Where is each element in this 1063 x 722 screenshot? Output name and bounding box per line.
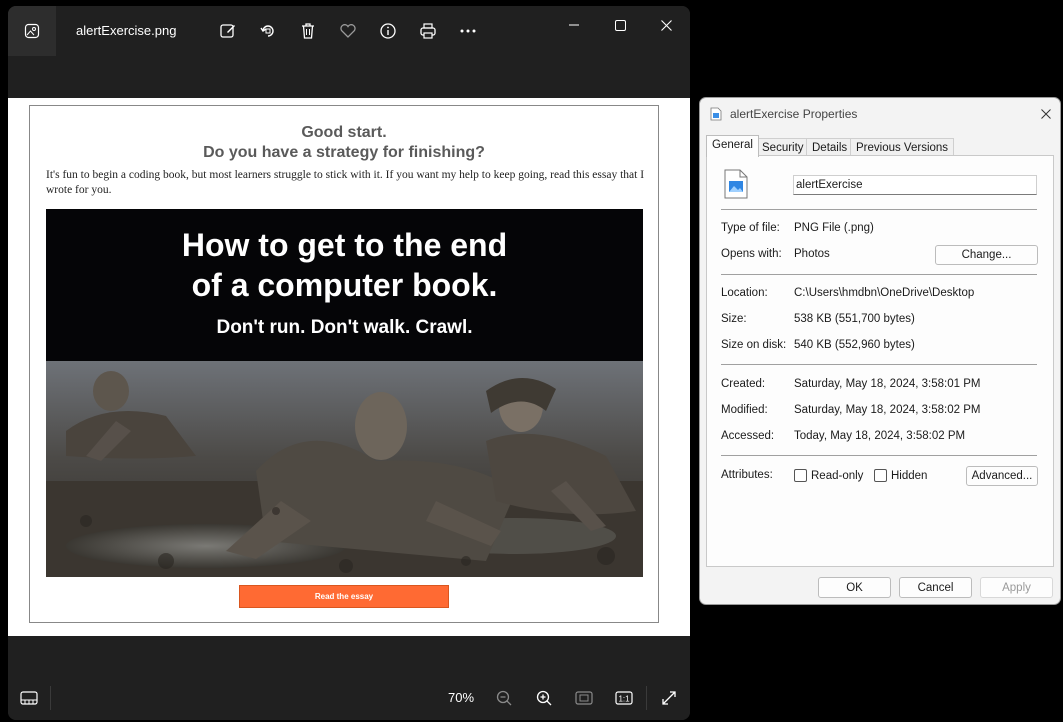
fit-to-window-icon[interactable] <box>571 686 597 710</box>
zoom-in-icon[interactable] <box>531 686 557 710</box>
size-on-disk-label: Size on disk: <box>721 339 787 351</box>
checkbox-box[interactable] <box>794 469 807 482</box>
properties-dialog: alertExercise Properties General Securit… <box>699 97 1061 605</box>
read-essay-button[interactable]: Read the essay <box>239 585 449 608</box>
created-value: Saturday, May 18, 2024, 3:58:01 PM <box>794 378 981 390</box>
email-paragraph: It's fun to begin a coding book, but mos… <box>46 169 645 196</box>
location-label: Location: <box>721 287 768 299</box>
banner: How to get to the end of a computer book… <box>46 209 643 361</box>
separator <box>721 364 1037 365</box>
actual-size-icon[interactable]: 1:1 <box>611 686 637 710</box>
close-icon[interactable] <box>1036 104 1056 124</box>
separator <box>721 209 1037 210</box>
svg-text:1:1: 1:1 <box>618 695 630 704</box>
file-name: alertExercise.png <box>76 23 177 38</box>
opens-with-label: Opens with: <box>721 248 782 260</box>
size-label: Size: <box>721 313 747 325</box>
type-of-file-label: Type of file: <box>721 222 780 234</box>
change-button[interactable]: Change... <box>935 245 1038 265</box>
file-name-field[interactable]: alertExercise <box>793 175 1037 195</box>
divider <box>50 686 51 710</box>
read-only-label: Read-only <box>811 469 864 482</box>
separator <box>721 455 1037 456</box>
cancel-button[interactable]: Cancel <box>899 577 972 598</box>
print-icon[interactable] <box>416 20 440 42</box>
general-panel: alertExercise Type of file: PNG File (.p… <box>706 155 1054 567</box>
zoom-out-icon[interactable] <box>491 686 517 710</box>
more-icon[interactable] <box>456 20 480 42</box>
advanced-button[interactable]: Advanced... <box>966 466 1038 486</box>
accessed-value: Today, May 18, 2024, 3:58:02 PM <box>794 430 966 442</box>
photos-window: alertExercise.png Good start. Do you hav… <box>8 6 690 720</box>
minimize-icon[interactable] <box>557 10 591 40</box>
size-value: 538 KB (551,700 bytes) <box>794 313 915 325</box>
hidden-checkbox[interactable]: Hidden <box>874 469 927 482</box>
email-image: Good start. Do you have a strategy for f… <box>29 105 659 623</box>
zoom-level[interactable]: 70% <box>448 690 474 705</box>
rotate-icon[interactable] <box>256 20 280 42</box>
email-heading-line2: Do you have a strategy for finishing? <box>203 144 485 161</box>
filmstrip-icon[interactable] <box>16 686 42 710</box>
checkbox-box[interactable] <box>874 469 887 482</box>
title-bar: alertExercise.png <box>8 6 690 56</box>
image-canvas[interactable]: Good start. Do you have a strategy for f… <box>8 98 690 636</box>
size-on-disk-value: 540 KB (552,960 bytes) <box>794 339 915 351</box>
ok-button[interactable]: OK <box>818 577 891 598</box>
opens-with-value: Photos <box>794 248 830 260</box>
png-file-icon <box>710 107 722 124</box>
full-screen-icon[interactable] <box>656 686 682 710</box>
type-of-file-value: PNG File (.png) <box>794 222 874 234</box>
modified-label: Modified: <box>721 404 768 416</box>
bottom-bar: 70% 1:1 <box>8 676 690 720</box>
attributes-label: Attributes: <box>721 469 773 481</box>
banner-title-line2: of a computer book. <box>191 267 498 303</box>
photos-app-icon[interactable] <box>8 6 56 56</box>
mud-crawl-photo <box>46 361 643 577</box>
accessed-label: Accessed: <box>721 430 775 442</box>
delete-icon[interactable] <box>296 20 320 42</box>
modified-value: Saturday, May 18, 2024, 3:58:02 PM <box>794 404 981 416</box>
divider <box>646 686 647 710</box>
email-heading-line1: Good start. <box>301 124 387 141</box>
edit-image-icon[interactable] <box>216 20 240 42</box>
apply-button[interactable]: Apply <box>980 577 1053 598</box>
banner-subtitle: Don't run. Don't walk. Crawl. <box>216 317 473 338</box>
banner-title-line1: How to get to the end <box>181 227 508 263</box>
info-icon[interactable] <box>376 20 400 42</box>
favorite-icon[interactable] <box>336 20 360 42</box>
read-only-checkbox[interactable]: Read-only <box>794 469 863 482</box>
tab-general[interactable]: General <box>706 135 759 157</box>
file-type-icon <box>723 169 749 202</box>
maximize-icon[interactable] <box>603 10 637 40</box>
hidden-label: Hidden <box>891 469 928 482</box>
separator <box>721 274 1037 275</box>
created-label: Created: <box>721 378 766 390</box>
location-value: C:\Users\hmdbn\OneDrive\Desktop <box>794 287 975 299</box>
dialog-title: alertExercise Properties <box>730 107 858 121</box>
close-icon[interactable] <box>649 10 683 40</box>
